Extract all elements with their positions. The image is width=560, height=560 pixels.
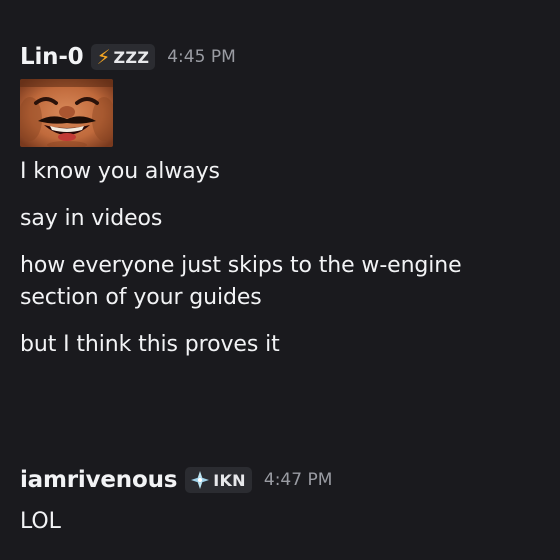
message-group: iamrivenous IKN 4:47 PM LOL: [20, 463, 550, 536]
message-text: section of your guides: [20, 285, 262, 310]
server-tag[interactable]: IKN: [185, 467, 252, 493]
message-header: Lin-0 ⚡ ZZZ 4:45 PM: [20, 40, 550, 74]
message-group: Lin-0 ⚡ ZZZ 4:45 PM I know you always sa…: [20, 40, 550, 359]
message-text: I know you always: [20, 159, 220, 184]
message-text: LOL: [20, 509, 61, 534]
timestamp[interactable]: 4:45 PM: [167, 47, 236, 67]
message-header: iamrivenous IKN 4:47 PM: [20, 463, 550, 497]
diamond-icon: [190, 470, 210, 490]
lightning-bolt-icon: ⚡: [96, 45, 111, 69]
server-tag-label: IKN: [213, 470, 246, 490]
server-tag-label: ZZZ: [113, 47, 150, 67]
server-tag[interactable]: ⚡ ZZZ: [91, 44, 156, 70]
username[interactable]: Lin-0: [20, 44, 84, 70]
message-text: but I think this proves it: [20, 332, 280, 357]
laughing-face-sticker[interactable]: [20, 79, 113, 147]
username[interactable]: iamrivenous: [20, 467, 177, 493]
timestamp[interactable]: 4:47 PM: [264, 470, 333, 490]
message-text: say in videos: [20, 206, 163, 231]
message-text: how everyone just skips to the w-engine: [20, 253, 462, 278]
